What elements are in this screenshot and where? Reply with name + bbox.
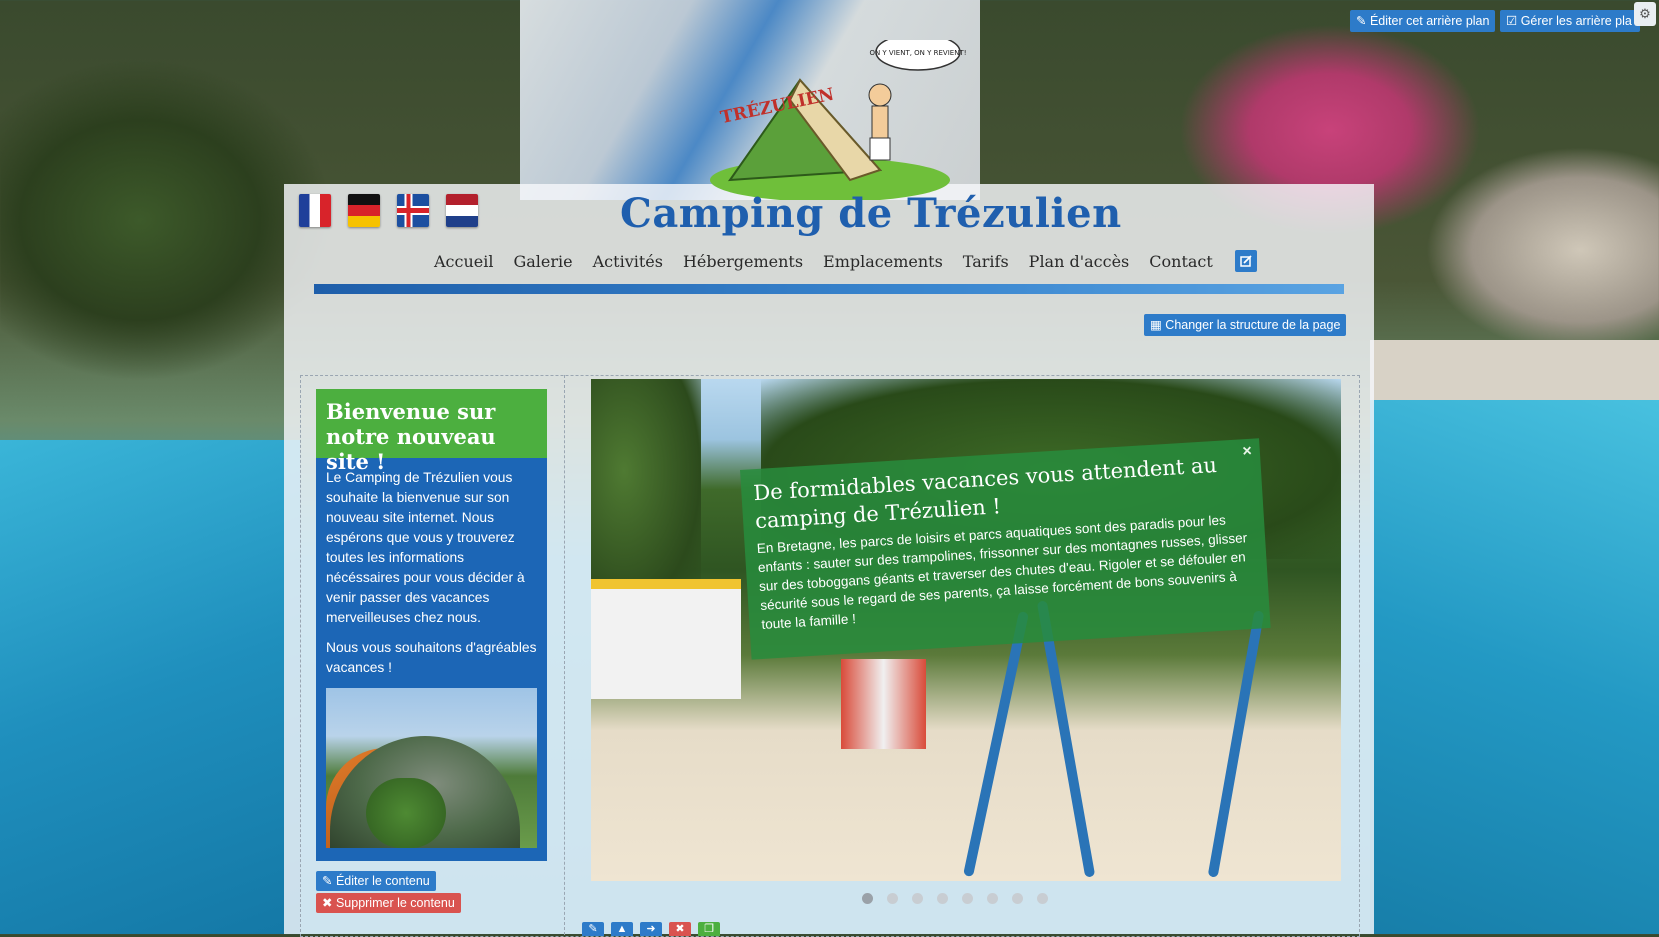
pool-right <box>1370 400 1659 934</box>
nav-galerie[interactable]: Galerie <box>513 252 572 271</box>
slider-dot[interactable] <box>887 893 898 904</box>
nav-activites[interactable]: Activités <box>593 252 663 271</box>
slider-dot[interactable] <box>962 893 973 904</box>
flag-de-icon[interactable] <box>348 194 380 227</box>
site-title: Camping de Trézulien <box>620 190 1122 237</box>
settings-corner-icon[interactable]: ⚙ <box>1634 2 1656 26</box>
zone-divider <box>564 375 565 935</box>
welcome-paragraph: Le Camping de Trézulien vous souhaite la… <box>326 470 525 625</box>
change-structure-button[interactable]: ▦ Changer la structure de la page <box>1144 314 1347 336</box>
edit-square-icon: ☑ <box>1506 14 1521 28</box>
welcome-heading: Bienvenue sur notre nouveau site ! <box>316 389 547 474</box>
manage-backgrounds-button[interactable]: ☑ Gérer les arrière pla <box>1500 10 1640 32</box>
welcome-box: Bienvenue sur notre nouveau site ! Le Ca… <box>316 389 547 861</box>
slider-dot[interactable] <box>912 893 923 904</box>
tent-photo <box>326 688 537 848</box>
pool-left <box>0 440 300 934</box>
pencil-icon: ✎ <box>1356 14 1370 28</box>
close-icon[interactable]: × <box>1242 443 1252 462</box>
slider-dot[interactable] <box>1037 893 1048 904</box>
nav-emplacements[interactable]: Emplacements <box>823 252 943 271</box>
camping-logo: TRÉZULIEN ON Y VIENT, ON Y REVIENT! <box>710 40 967 200</box>
flag-is-icon[interactable] <box>397 194 429 227</box>
slide-caption: × De formidables vacances vous attendent… <box>740 438 1271 660</box>
language-switcher <box>299 194 478 227</box>
edit-menu-button[interactable] <box>1234 250 1257 272</box>
welcome-body: Le Camping de Trézulien vous souhaite la… <box>316 458 547 678</box>
header-divider <box>314 284 1344 294</box>
logo-speech-bubble: ON Y VIENT, ON Y REVIENT! <box>869 49 966 57</box>
nav-plan-acces[interactable]: Plan d'accès <box>1029 252 1130 271</box>
pencil-icon: ✎ <box>322 874 336 888</box>
slider-dot[interactable] <box>987 893 998 904</box>
slider-dot[interactable] <box>1012 893 1023 904</box>
welcome-paragraph: Nous vous souhaitons d'agréables vacance… <box>326 640 537 675</box>
edit-background-button[interactable]: ✎ Éditer cet arrière plan <box>1350 10 1496 32</box>
flag-nl-icon[interactable] <box>446 194 478 227</box>
slider-dot[interactable] <box>862 893 873 904</box>
main-navigation: Accueil Galerie Activités Hébergements E… <box>434 250 1257 272</box>
delete-content-button[interactable]: ✖ Supprimer le contenu <box>316 893 461 913</box>
nav-accueil[interactable]: Accueil <box>434 252 493 271</box>
close-icon: ✖ <box>322 896 336 910</box>
nav-contact[interactable]: Contact <box>1149 252 1213 271</box>
flag-fr-icon[interactable] <box>299 194 331 227</box>
grid-icon: ▦ <box>1150 318 1166 332</box>
edit-content-button[interactable]: ✎ Éditer le contenu <box>316 871 436 891</box>
nav-tarifs[interactable]: Tarifs <box>963 252 1009 271</box>
nav-hebergements[interactable]: Hébergements <box>683 252 803 271</box>
slider-dot[interactable] <box>937 893 948 904</box>
slider-pagination <box>862 893 1048 904</box>
edit-square-icon <box>1240 255 1252 267</box>
